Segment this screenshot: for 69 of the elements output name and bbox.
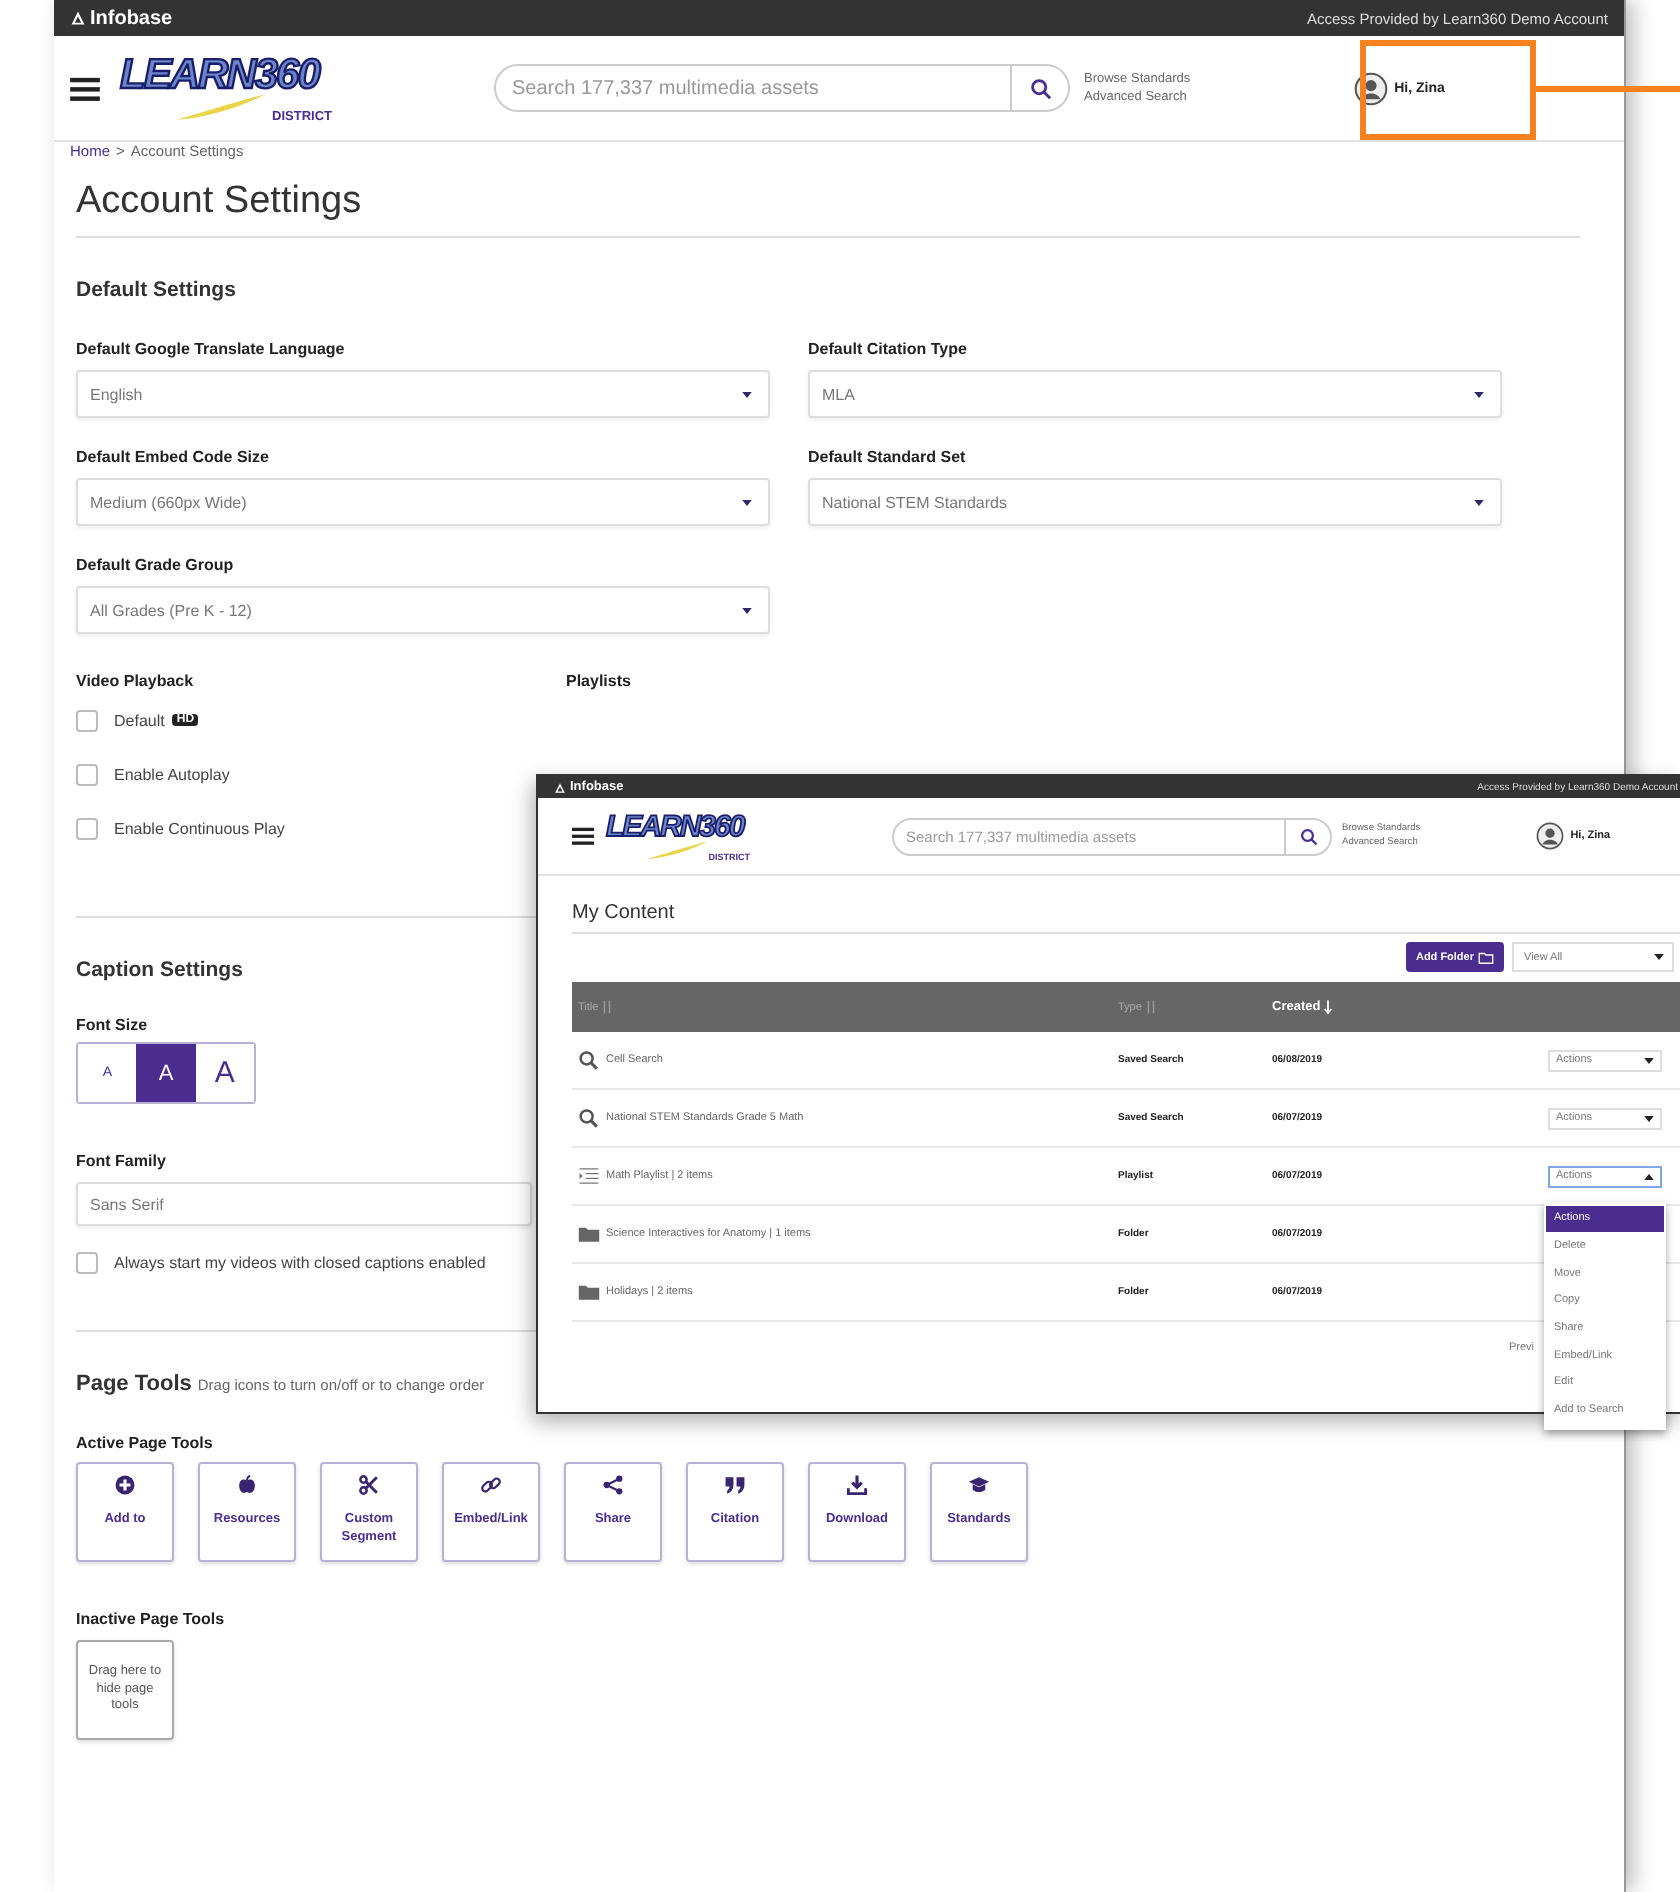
page-title: My Content xyxy=(572,902,1680,934)
checkbox-label: Default xyxy=(114,711,165,729)
field-label: Default Grade Group xyxy=(76,556,236,574)
group-heading: Playlists xyxy=(566,672,631,690)
checkbox-label: Enable Autoplay xyxy=(114,765,230,783)
checkbox[interactable] xyxy=(76,817,98,839)
caret-icon xyxy=(1474,499,1484,505)
segment-icon xyxy=(358,1474,380,1496)
caret-icon xyxy=(742,499,752,505)
saved-search-icon xyxy=(578,1108,600,1128)
section-heading: Page Tools xyxy=(76,1372,192,1396)
caret-icon xyxy=(742,391,752,397)
checkbox-label: Always start my videos with closed captions enabled xyxy=(114,1253,486,1271)
logo-text[interactable]: LEARN360 xyxy=(606,810,762,846)
search-icon xyxy=(1299,827,1317,845)
checkbox[interactable] xyxy=(76,763,98,785)
folder-icon xyxy=(578,1224,600,1244)
group-heading: Active Page Tools xyxy=(76,1434,215,1452)
select-field[interactable]: National STEM Standards xyxy=(808,478,1502,526)
group-heading: Inactive Page Tools xyxy=(76,1610,227,1628)
download-icon xyxy=(846,1474,868,1496)
folder-icon xyxy=(578,1282,600,1302)
search-icon xyxy=(1029,77,1051,99)
checkbox-label: Enable Continuous Play xyxy=(114,819,285,837)
page-title: Account Settings xyxy=(76,180,364,224)
sort-icon xyxy=(602,1000,613,1014)
resources-icon xyxy=(236,1474,258,1496)
caret-icon xyxy=(1644,1173,1654,1179)
brand-name: Infobase xyxy=(70,7,173,29)
standards-icon xyxy=(968,1474,990,1496)
caret-icon xyxy=(1644,1115,1654,1121)
logo-text[interactable]: LEARN360 xyxy=(120,52,344,100)
section-heading: Default Settings xyxy=(76,278,238,302)
checkbox[interactable] xyxy=(76,1251,98,1273)
section-heading: Caption Settings xyxy=(76,958,245,982)
caret-icon xyxy=(1654,954,1664,960)
field-label: Default Google Translate Language xyxy=(76,340,347,358)
brand-logo-icon xyxy=(554,781,566,793)
menu-icon[interactable] xyxy=(70,75,100,101)
select-field[interactable]: English xyxy=(76,370,770,418)
font-size-option[interactable]: A xyxy=(136,1044,196,1102)
select-field[interactable]: All Grades (Pre K - 12) xyxy=(76,586,770,634)
field-label: Default Citation Type xyxy=(808,340,969,358)
caret-icon xyxy=(1644,1057,1654,1063)
user-avatar-icon[interactable] xyxy=(1354,71,1389,105)
sort-down-icon xyxy=(1324,1000,1333,1014)
sort-icon xyxy=(1145,1000,1156,1014)
playlist-icon xyxy=(578,1166,600,1186)
select-field[interactable]: MLA xyxy=(808,370,1502,418)
folder-icon xyxy=(1478,951,1494,963)
menu-icon[interactable] xyxy=(572,826,594,846)
user-avatar-icon[interactable] xyxy=(1536,822,1565,850)
field-label: Default Standard Set xyxy=(808,448,968,466)
brand-logo-icon xyxy=(70,10,86,26)
callout-line xyxy=(1536,86,1680,92)
checkbox[interactable] xyxy=(76,709,98,731)
share-icon xyxy=(602,1474,624,1496)
add-icon xyxy=(114,1474,136,1496)
caret-icon xyxy=(742,607,752,613)
saved-search-icon xyxy=(578,1050,600,1070)
field-label: Font Family xyxy=(76,1152,168,1170)
field-label: Default Embed Code Size xyxy=(76,448,271,466)
field-label: Font Size xyxy=(76,1016,150,1034)
caret-icon xyxy=(1474,391,1484,397)
select-field[interactable]: Medium (660px Wide) xyxy=(76,478,770,526)
select-field[interactable]: Sans Serif xyxy=(76,1182,532,1226)
link-icon xyxy=(480,1474,502,1496)
citation-icon xyxy=(724,1474,746,1496)
group-heading: Video Playback xyxy=(76,672,196,690)
